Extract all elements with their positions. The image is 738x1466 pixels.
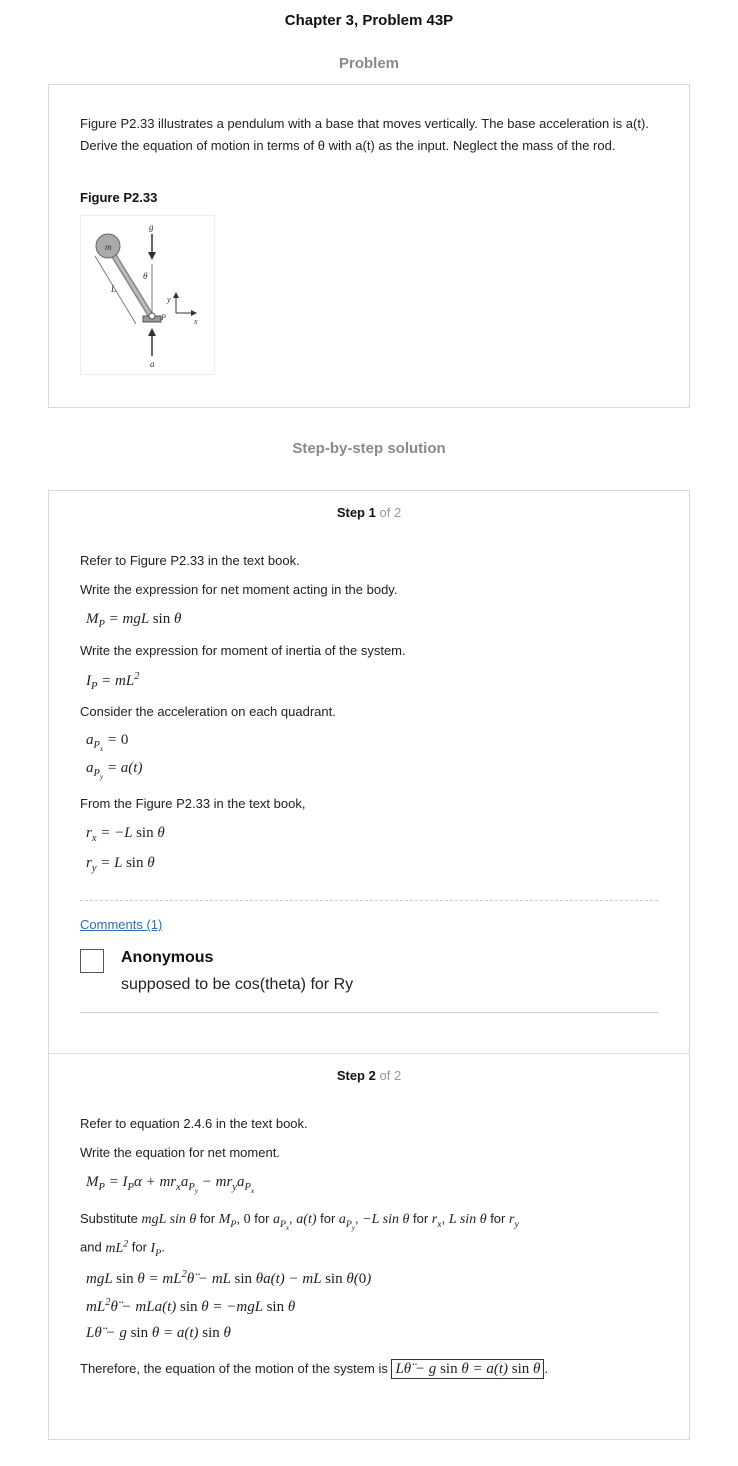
problem-heading: Problem [338, 55, 399, 72]
step1-line1: Refer to Figure P2.33 in the text book. [80, 553, 300, 568]
step1-line2: Write the expression for net moment acti… [80, 582, 398, 597]
eq-apx: aPx = 0 [86, 732, 129, 754]
solution-box: Step 1 of 2 Refer to Figure P2.33 in the… [48, 490, 690, 1440]
problem-box: Figure P2.33 illustrates a pendulum with… [48, 84, 690, 408]
comment-text: supposed to be cos(theta) for Ry [121, 976, 354, 993]
eq-ry: ry = L sin θ [86, 855, 155, 874]
eq-moment-sum: MP = IPα + mrxaPy − mryaPx [86, 1174, 255, 1196]
step1-line5: From the Figure P2.33 in the text book, [80, 796, 306, 811]
fig-label-L: L [110, 284, 116, 294]
fig-label-y: y [166, 295, 171, 304]
step2-line1: Refer to equation 2.4.6 in the text book… [80, 1116, 308, 1131]
step2-conclusion: Therefore, the equation of the motion of… [80, 1359, 548, 1379]
fig-label-a: a [150, 359, 155, 369]
step1-line4: Consider the acceleration on each quadra… [80, 704, 336, 719]
step1-label: Step 1 of 2 [336, 505, 402, 520]
eq-sub3: Lθ̈ − g sin θ = a(t) sin θ [86, 1325, 231, 1341]
problem-text: Figure P2.33 illustrates a pendulum with… [80, 116, 649, 153]
comment-author: Anonymous [121, 949, 214, 966]
eq-inertia: IP = mL2 [86, 671, 140, 692]
comments-link[interactable]: Comments (1) [80, 917, 162, 932]
fig-label-m: m [105, 242, 112, 252]
fig-label-g: g [149, 222, 154, 232]
eq-net-moment: MP = mgL sin θ [86, 611, 182, 630]
eq-rx: rx = −L sin θ [86, 825, 165, 844]
step2-and-line: and mL2 for IP. [80, 1238, 165, 1259]
pendulum-figure: m g θ L y x P a [80, 215, 215, 375]
eq-apy: aPy = a(t) [86, 760, 143, 782]
fig-label-P: P [160, 313, 166, 322]
step1-line3: Write the expression for moment of inert… [80, 643, 406, 658]
eq-sub1: mgL sin θ = mL2θ̈ − mL sin θa(t) − mL si… [86, 1269, 372, 1287]
page-title: Chapter 3, Problem 43P [284, 12, 454, 29]
eq-sub2: mL2θ̈ − mLa(t) sin θ = −mgL sin θ [86, 1297, 296, 1315]
fig-label-theta: θ [143, 271, 148, 281]
comment-divider [80, 1012, 658, 1013]
step2-label: Step 2 of 2 [336, 1068, 402, 1083]
step-divider [49, 1053, 689, 1054]
solution-heading: Step-by-step solution [292, 440, 446, 457]
fig-label-x: x [193, 317, 198, 326]
step2-line2: Write the equation for net moment. [80, 1145, 280, 1160]
figure-caption: Figure P2.33 [80, 190, 158, 205]
comments-divider [80, 900, 658, 901]
final-answer-box: Lθ̈ − g sin θ = a(t) sin θ [391, 1359, 545, 1379]
comment-avatar-checkbox[interactable] [80, 949, 104, 973]
